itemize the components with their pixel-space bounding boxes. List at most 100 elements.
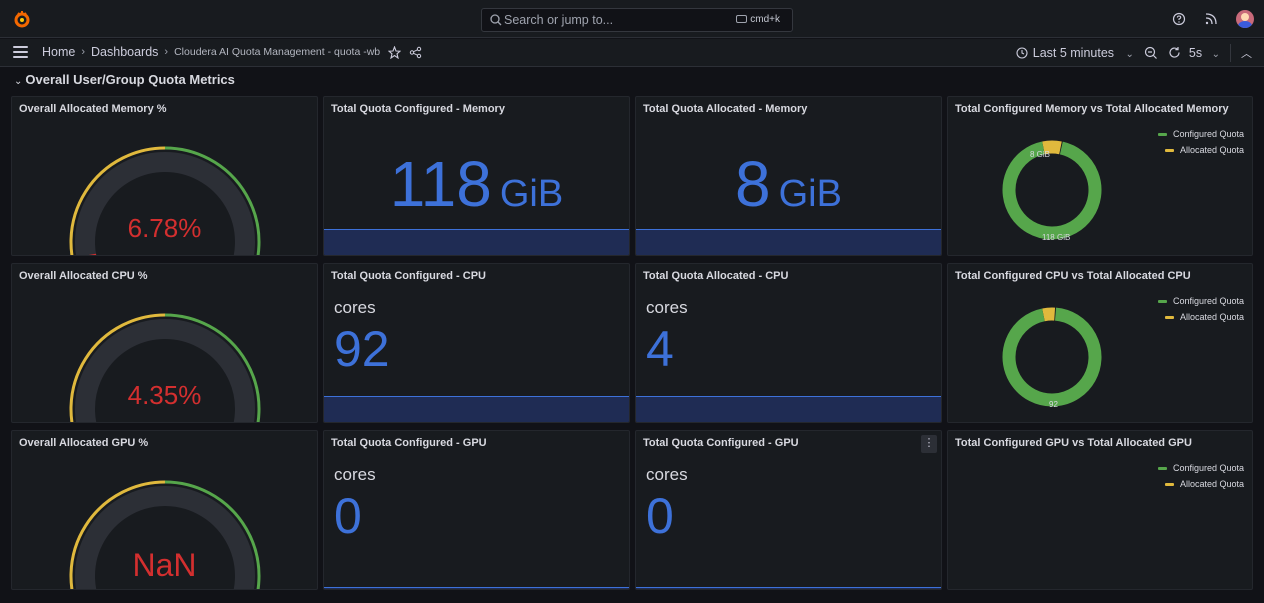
refresh-icon bbox=[1169, 47, 1180, 58]
legend-label: Allocated Quota bbox=[1179, 479, 1244, 489]
legend-label: Configured Quota bbox=[1172, 129, 1244, 139]
breadcrumb-current: Cloudera AI Quota Management - quota -wb bbox=[174, 46, 381, 58]
stat-unit: GiB bbox=[499, 173, 564, 215]
breadcrumb-separator-icon: › bbox=[81, 46, 86, 58]
keyboard-icon bbox=[736, 15, 748, 23]
panel-cpu-allocated[interactable]: Total Quota Allocated - CPU cores 4 bbox=[635, 263, 942, 423]
panel-memory-allocated[interactable]: Total Quota Allocated - Memory 8 GiB bbox=[635, 96, 942, 256]
panel-gpu-gauge[interactable]: Overall Allocated GPU % NaN bbox=[11, 430, 318, 590]
stat-unit: cores bbox=[646, 298, 688, 317]
share-icon[interactable] bbox=[409, 46, 422, 59]
menu-icon[interactable] bbox=[13, 46, 28, 58]
chevron-down-icon: ⌄ bbox=[1125, 49, 1134, 60]
legend-item-allocated[interactable]: Allocated Quota bbox=[1158, 312, 1244, 322]
divider bbox=[1230, 44, 1231, 62]
star-icon[interactable] bbox=[388, 45, 402, 59]
stat-number: 118 bbox=[389, 148, 492, 220]
legend-item-configured[interactable]: Configured Quota bbox=[1157, 129, 1244, 139]
legend-item-configured[interactable]: Configured Quota bbox=[1157, 463, 1244, 473]
gauge-value: NaN bbox=[132, 547, 197, 583]
panel-memory-configured[interactable]: Total Quota Configured - Memory 118 GiB bbox=[323, 96, 630, 256]
panel-title: Total Quota Configured - CPU bbox=[331, 270, 487, 282]
sparkline bbox=[324, 396, 629, 422]
panel-memory-pie[interactable]: Total Configured Memory vs Total Allocat… bbox=[947, 96, 1253, 256]
shortcut-label: cmd+k bbox=[750, 14, 780, 25]
legend: Configured Quota Allocated Quota bbox=[1157, 296, 1244, 328]
top-actions bbox=[1172, 9, 1254, 29]
legend: Configured Quota Allocated Quota bbox=[1157, 463, 1244, 495]
chevron-up-icon[interactable]: ︿ bbox=[1241, 45, 1252, 61]
row-title: Overall User/Group Quota Metrics bbox=[25, 72, 235, 87]
legend-label: Allocated Quota bbox=[1179, 312, 1244, 322]
grafana-logo-icon[interactable] bbox=[12, 9, 32, 29]
chevron-down-icon: ⌄ bbox=[14, 76, 23, 87]
stat-unit: GiB bbox=[778, 173, 842, 215]
configured-slice-label: 92 bbox=[1049, 400, 1058, 409]
breadcrumb-separator-icon: › bbox=[164, 46, 169, 58]
search-icon bbox=[490, 14, 502, 26]
gauge-value: 4.35% bbox=[127, 380, 202, 410]
user-avatar[interactable] bbox=[1236, 10, 1254, 28]
panel-cpu-configured[interactable]: Total Quota Configured - CPU cores 92 bbox=[323, 263, 630, 423]
sparkline bbox=[636, 587, 941, 589]
stat-unit: cores bbox=[646, 465, 688, 484]
chevron-down-icon: ⌄ bbox=[1211, 49, 1220, 60]
time-range-picker[interactable]: Last 5 minutes ⌄ bbox=[1016, 46, 1134, 60]
legend-label: Allocated Quota bbox=[1179, 145, 1244, 155]
breadcrumb-home[interactable]: Home bbox=[42, 45, 75, 59]
panel-title: Total Quota Configured - GPU bbox=[643, 437, 799, 449]
donut-memory bbox=[1002, 140, 1102, 240]
legend-swatch bbox=[1157, 466, 1167, 470]
stat-number: 8 bbox=[735, 148, 771, 220]
sparkline bbox=[636, 396, 941, 422]
legend-swatch bbox=[1157, 299, 1167, 303]
panel-gpu-pie[interactable]: Total Configured GPU vs Total Allocated … bbox=[947, 430, 1253, 590]
breadcrumb-dashboards[interactable]: Dashboards bbox=[91, 45, 158, 59]
stat-unit: cores bbox=[334, 298, 376, 317]
panel-title: Total Quota Configured - GPU bbox=[331, 437, 487, 449]
panel-gpu-configured[interactable]: Total Quota Configured - GPU cores 0 bbox=[323, 430, 630, 590]
panel-title: Total Quota Allocated - CPU bbox=[643, 270, 789, 282]
stat-number: 0 bbox=[646, 488, 674, 544]
panel-title: Total Quota Allocated - Memory bbox=[643, 103, 808, 115]
search-placeholder: Search or jump to... bbox=[504, 13, 614, 27]
panel-cpu-pie[interactable]: Total Configured CPU vs Total Allocated … bbox=[947, 263, 1253, 423]
legend-label: Configured Quota bbox=[1172, 463, 1244, 473]
sparkline bbox=[324, 587, 629, 589]
refresh-interval-label: 5s bbox=[1188, 46, 1203, 60]
panel-menu-button[interactable]: ⋮ bbox=[921, 435, 937, 453]
stat-value: 118 GiB bbox=[324, 147, 629, 221]
rss-news-icon[interactable] bbox=[1204, 12, 1218, 26]
sparkline bbox=[324, 229, 629, 255]
gauge-value: 6.78% bbox=[127, 213, 202, 243]
row-header[interactable]: ⌄ Overall User/Group Quota Metrics bbox=[14, 72, 235, 87]
clock-icon bbox=[1016, 47, 1028, 59]
sparkline bbox=[636, 229, 941, 255]
help-icon[interactable] bbox=[1172, 12, 1186, 26]
legend-swatch bbox=[1164, 148, 1174, 152]
panel-title: Total Configured GPU vs Total Allocated … bbox=[955, 437, 1192, 449]
gauge-value-arc bbox=[88, 253, 97, 255]
panel-memory-gauge[interactable]: Overall Allocated Memory % 6.78% bbox=[11, 96, 318, 256]
panel-cpu-gauge[interactable]: Overall Allocated CPU % 4.35% bbox=[11, 263, 318, 423]
legend-item-configured[interactable]: Configured Quota bbox=[1157, 296, 1244, 306]
slice-allocated bbox=[1042, 307, 1056, 322]
zoom-out-icon[interactable] bbox=[1144, 46, 1158, 60]
legend: Configured Quota Allocated Quota bbox=[1157, 129, 1244, 161]
legend-swatch bbox=[1164, 315, 1174, 319]
nav-bar: Home › Dashboards › Cloudera AI Quota Ma… bbox=[0, 39, 1264, 67]
stat-number: 0 bbox=[334, 488, 362, 544]
panel-gpu-configured-2[interactable]: Total Quota Configured - GPU ⋮ cores 0 bbox=[635, 430, 942, 590]
time-range-label: Last 5 minutes bbox=[1032, 46, 1115, 60]
slice-configured bbox=[1002, 307, 1102, 407]
legend-label: Configured Quota bbox=[1172, 296, 1244, 306]
legend-item-allocated[interactable]: Allocated Quota bbox=[1158, 479, 1244, 489]
slice-configured bbox=[1002, 141, 1102, 240]
legend-item-allocated[interactable]: Allocated Quota bbox=[1158, 145, 1244, 155]
allocated-slice-label: 8 GiB bbox=[1030, 150, 1051, 159]
search-input[interactable]: Search or jump to... cmd+k bbox=[481, 8, 793, 32]
time-controls: Last 5 minutes ⌄ 5s ⌄ ︿ bbox=[1016, 44, 1252, 62]
keyboard-shortcut: cmd+k bbox=[736, 14, 780, 25]
refresh-picker[interactable]: 5s ⌄ bbox=[1168, 46, 1220, 60]
configured-slice-label: 118 GiB bbox=[1042, 233, 1071, 242]
